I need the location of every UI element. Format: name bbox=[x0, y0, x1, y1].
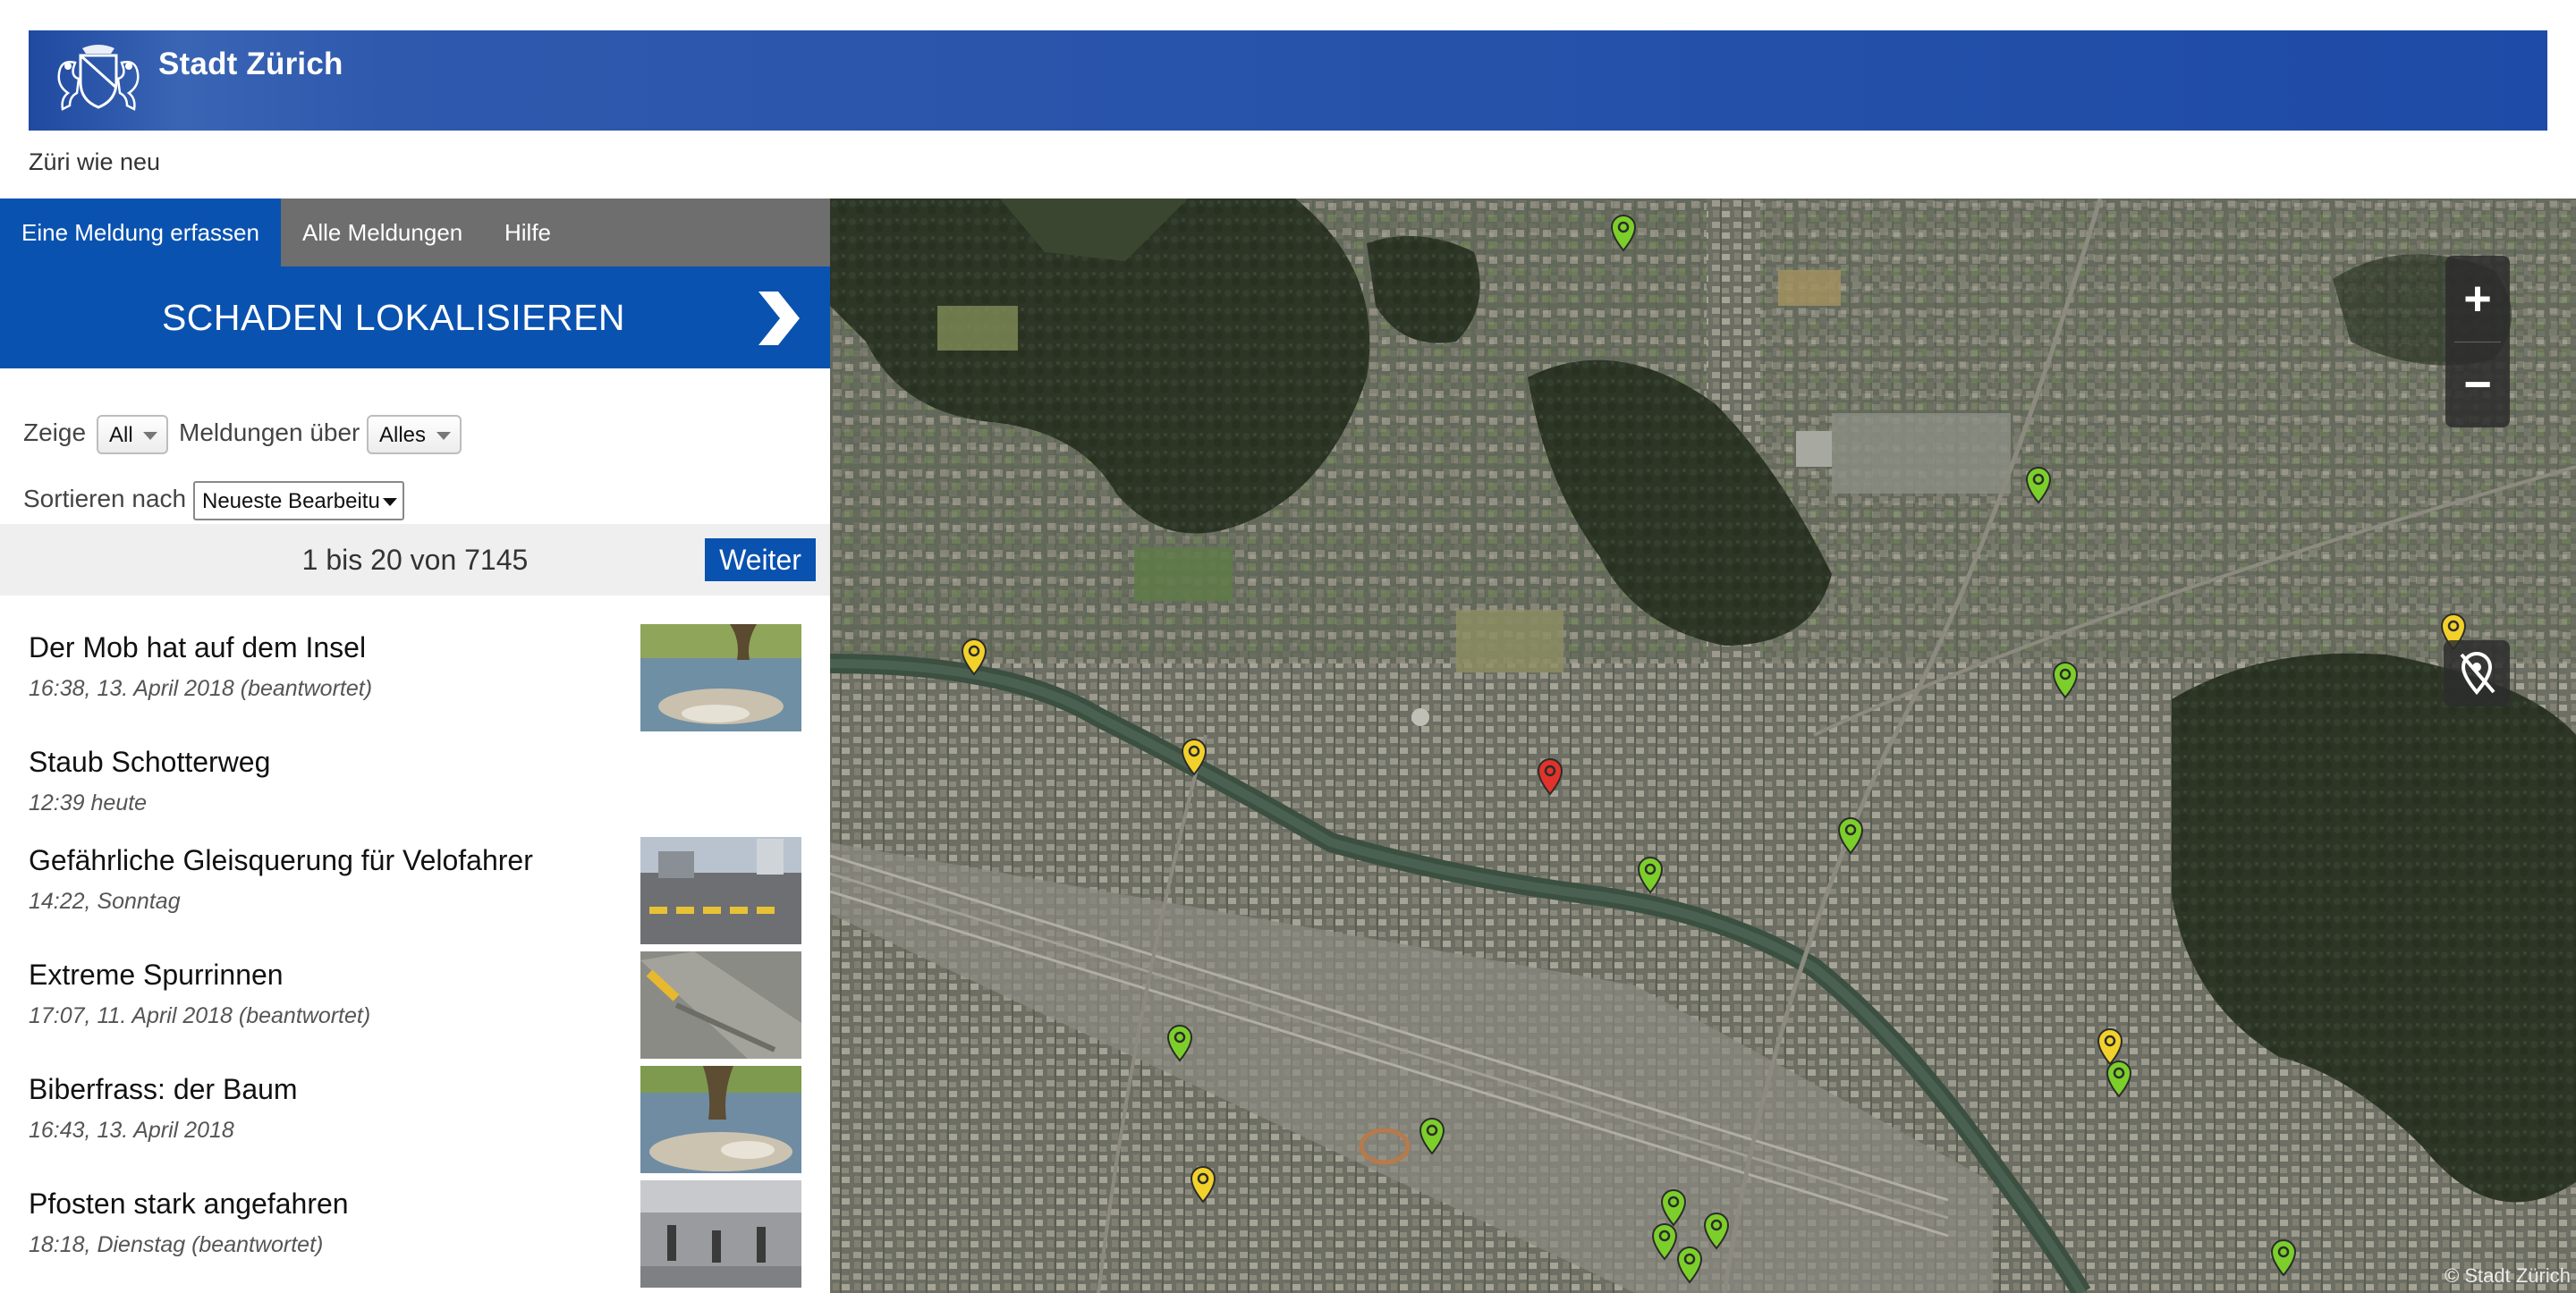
show-select[interactable]: All bbox=[97, 415, 168, 454]
locate-damage-button[interactable]: SCHADEN LOKALISIEREN bbox=[0, 266, 830, 368]
map-marker-icon[interactable] bbox=[959, 637, 989, 676]
report-thumbnail-image bbox=[640, 1180, 801, 1288]
report-meta: 17:07, 11. April 2018 (beantwortet) bbox=[29, 1003, 371, 1028]
locate-damage-label: SCHADEN LOKALISIEREN bbox=[161, 297, 626, 338]
reports-about-label: Meldungen über bbox=[179, 418, 360, 446]
report-list-item[interactable]: Extreme Spurrinnen 17:07, 11. April 2018… bbox=[0, 951, 830, 1062]
map-marker-icon[interactable] bbox=[1674, 1245, 1705, 1284]
map-marker-icon[interactable] bbox=[2268, 1238, 2299, 1277]
reports-about-select[interactable]: Alles bbox=[367, 415, 462, 454]
show-select-value: All bbox=[109, 423, 133, 447]
map-marker-icon[interactable] bbox=[1165, 1023, 1195, 1062]
map-marker-icon[interactable] bbox=[1417, 1116, 1447, 1155]
site-header: Stadt Zürich bbox=[29, 30, 2547, 131]
zoom-controls: + − bbox=[2445, 256, 2510, 427]
brand-title: Stadt Zürich bbox=[158, 46, 343, 81]
pagination-bar: 1 bis 20 von 7145 Weiter bbox=[0, 524, 830, 596]
report-thumbnail-image bbox=[640, 837, 801, 944]
map-marker-icon[interactable] bbox=[1608, 213, 1639, 252]
report-meta: 16:38, 13. April 2018 (beantwortet) bbox=[29, 676, 373, 701]
sort-select[interactable]: Neueste Bearbeitu bbox=[193, 481, 404, 520]
zurich-coat-of-arms-logo[interactable] bbox=[48, 43, 148, 116]
pagination-range: 1 bis 20 von 7145 bbox=[301, 544, 529, 576]
map-marker-icon[interactable] bbox=[1835, 816, 1866, 855]
report-meta: 12:39 heute bbox=[29, 790, 148, 816]
page-subtitle: Züri wie neu bbox=[29, 148, 161, 175]
location-toggle-button[interactable] bbox=[2444, 640, 2510, 706]
report-meta: 16:43, 13. April 2018 bbox=[29, 1118, 234, 1143]
show-label: Zeige bbox=[23, 418, 87, 446]
report-title: Gefährliche Gleisquerung für Velofahrer bbox=[29, 844, 533, 876]
map-marker-icon[interactable] bbox=[2023, 465, 2054, 504]
report-list-item[interactable]: Pfosten stark angefahren 18:18, Dienstag… bbox=[0, 1180, 830, 1291]
map-view[interactable]: + − © Stadt Zürich bbox=[830, 199, 2576, 1293]
report-title: Extreme Spurrinnen bbox=[29, 959, 284, 991]
report-title: Staub Schotterweg bbox=[29, 746, 271, 778]
report-title: Der Mob hat auf dem Insel bbox=[29, 631, 367, 663]
dropdown-caret-icon bbox=[436, 432, 451, 440]
report-meta: 18:18, Dienstag (beantwortet) bbox=[29, 1232, 324, 1257]
map-marker-icon[interactable] bbox=[1635, 855, 1665, 894]
location-off-icon bbox=[2460, 652, 2496, 696]
tab-alle-meldungen[interactable]: Alle Meldungen bbox=[302, 199, 462, 266]
zoom-in-button[interactable]: + bbox=[2445, 256, 2510, 342]
report-title: Biberfrass: der Baum bbox=[29, 1073, 298, 1105]
next-page-button[interactable]: Weiter bbox=[705, 538, 816, 581]
report-list-item[interactable]: Gefährliche Gleisquerung für Velofahrer … bbox=[0, 837, 830, 948]
map-marker-icon[interactable] bbox=[1188, 1164, 1218, 1204]
sidebar: Eine Meldung erfassen Alle Meldungen Hil… bbox=[0, 199, 830, 1293]
report-list-item[interactable]: Biberfrass: der Baum 16:43, 13. April 20… bbox=[0, 1066, 830, 1177]
report-thumbnail-image bbox=[640, 1066, 801, 1173]
filter-panel: Zeige All Meldungen über Alles Sortieren… bbox=[0, 368, 830, 520]
reports-about-select-value: Alles bbox=[379, 423, 427, 447]
report-title: Pfosten stark angefahren bbox=[29, 1187, 349, 1220]
map-attribution: © Stadt Zürich bbox=[2445, 1264, 2571, 1287]
report-thumbnail-image bbox=[640, 624, 801, 731]
map-marker-icon[interactable] bbox=[1701, 1211, 1732, 1250]
aerial-map-image bbox=[830, 199, 2576, 1293]
main-nav-tabs: Eine Meldung erfassen Alle Meldungen Hil… bbox=[0, 199, 830, 266]
report-list-item[interactable]: Staub Schotterweg 12:39 heute bbox=[0, 739, 830, 837]
map-marker-icon[interactable] bbox=[1535, 756, 1565, 796]
map-marker-icon[interactable] bbox=[2050, 660, 2080, 699]
dropdown-caret-icon bbox=[383, 498, 397, 506]
tab-eine-meldung-erfassen[interactable]: Eine Meldung erfassen bbox=[0, 199, 281, 266]
map-marker-icon[interactable] bbox=[2104, 1059, 2134, 1098]
report-thumbnail-image bbox=[640, 951, 801, 1059]
chevron-right-icon bbox=[758, 292, 800, 345]
sort-select-value: Neueste Bearbeitu bbox=[202, 489, 380, 513]
report-list-item[interactable]: Der Mob hat auf dem Insel 16:38, 13. Apr… bbox=[0, 624, 830, 735]
zoom-out-button[interactable]: − bbox=[2445, 342, 2510, 427]
report-meta: 14:22, Sonntag bbox=[29, 889, 181, 914]
map-marker-icon[interactable] bbox=[1179, 737, 1209, 776]
tab-hilfe[interactable]: Hilfe bbox=[504, 199, 551, 266]
dropdown-caret-icon bbox=[143, 432, 157, 440]
sort-label: Sortieren nach bbox=[23, 485, 187, 512]
